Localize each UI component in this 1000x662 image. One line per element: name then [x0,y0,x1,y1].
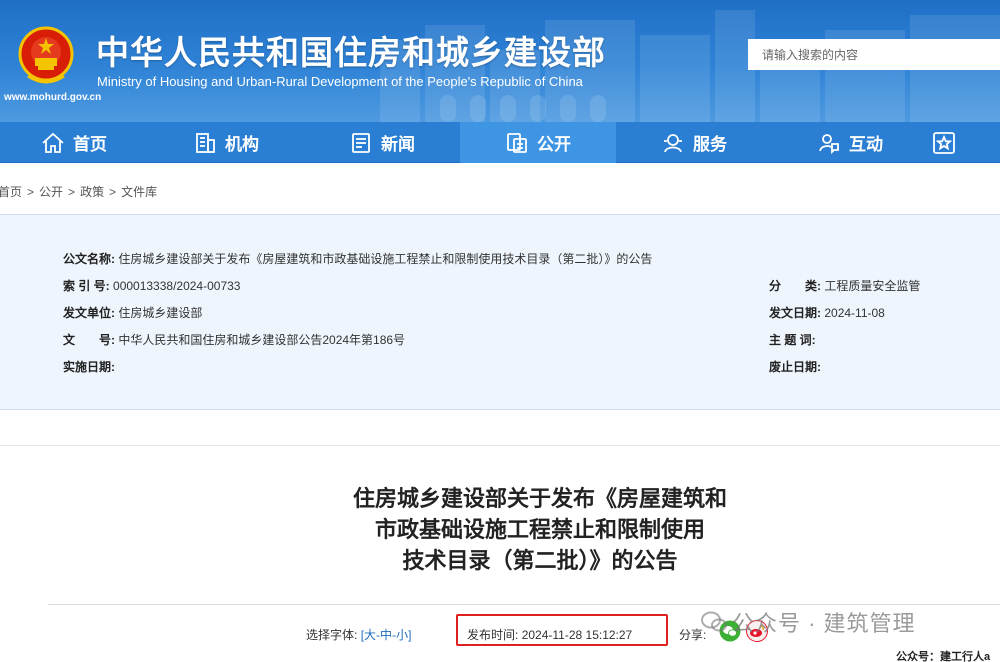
building-icon [196,132,215,153]
font-medium-link[interactable]: 中 [380,628,392,642]
nav-item-interaction[interactable]: 互动 [772,122,928,163]
index-label: 索 引 号: [63,279,110,293]
article-divider [48,604,1000,605]
site-subtitle: Ministry of Housing and Urban-Rural Deve… [97,74,583,89]
publish-time-label: 发布时间: [467,628,519,642]
category-row: 分 类: 工程质量安全监管 [769,277,920,294]
national-emblem-icon [18,26,74,84]
site-title: 中华人民共和国住房和城乡建设部 [96,34,606,71]
issue-date-value: 2024-11-08 [824,306,885,320]
font-bracket: ] [408,628,412,642]
source-credit: 公众号：建工行人a [896,651,991,662]
issuer-label: 发文单位: [63,306,115,320]
section-divider [0,445,1000,446]
article-title-line: 住房城乡建设部关于发布《房屋建筑和 [352,486,727,511]
interaction-icon [819,133,839,154]
publish-time-value: 2024-11-28 15:12:27 [521,628,633,642]
news-icon [352,132,370,153]
document-icon [507,132,527,153]
category-label: 分 类: [769,279,821,293]
doc-number-value: 中华人民共和国住房和城乡建设部公告2024年第186号 [118,333,406,347]
publish-time: 发布时间: 2024-11-28 15:12:27 [467,626,632,643]
site-url[interactable]: www.mohurd.gov.cn [4,92,101,103]
nav-item-home[interactable]: 首页 [0,122,148,163]
breadcrumb-library[interactable]: 文件库 [121,185,157,199]
issuer-value: 住房城乡建设部 [118,306,203,320]
font-size-label: 选择字体: [306,628,358,642]
repeal-date-label: 废止日期: [769,360,821,374]
issuer-row: 发文单位: 住房城乡建设部 [63,304,202,321]
nav-item-organization[interactable]: 机构 [148,122,304,163]
star-box-icon [933,131,955,154]
repeal-date-row: 废止日期: [769,358,821,375]
doc-name-value: 住房城乡建设部关于发布《房屋建筑和市政基础设施工程禁止和限制使用技术目录（第二批… [118,252,653,266]
breadcrumb-separator: > [68,185,76,199]
effective-date-label: 实施日期: [63,360,115,374]
doc-number-label: 文 号: [63,333,115,347]
watermark-text: 公众号 · 建筑管理 [696,606,916,638]
article-title: 住房城乡建设部关于发布《房屋建筑和 市政基础设施工程禁止和限制使用 技术目录（第… [300,483,780,576]
nav-label: 首页 [73,135,107,154]
breadcrumb: 首页 > 公开 > 政策 > 文件库 [0,183,157,200]
nav-label: 互动 [849,135,883,154]
nav-label: 服务 [693,135,727,154]
nav-label: 机构 [225,135,259,154]
font-size-selector: 选择字体: [大-中-小] [306,626,411,643]
breadcrumb-separator: > [27,185,35,199]
breadcrumb-policy[interactable]: 政策 [80,185,104,199]
doc-name-label: 公文名称: [63,252,115,266]
article-title-line: 技术目录（第二批）》的公告 [402,548,678,573]
nav-item-news[interactable]: 新闻 [304,122,460,163]
category-value: 工程质量安全监管 [824,279,921,293]
index-value: 000013338/2024-00733 [113,279,241,293]
index-row: 索 引 号: 000013338/2024-00733 [63,277,240,294]
search-input[interactable] [748,39,1000,70]
document-info-panel: 公文名称: 住房城乡建设部关于发布《房屋建筑和市政基础设施工程禁止和限制使用技术… [0,214,1000,410]
nav-label: 公开 [537,135,571,154]
doc-number-row: 文 号: 中华人民共和国住房和城乡建设部公告2024年第186号 [63,331,405,348]
site-header: 中华人民共和国住房和城乡建设部 Ministry of Housing and … [0,0,1000,122]
article-title-line: 市政基础设施工程禁止和限制使用 [374,517,705,542]
nav-item-more[interactable] [928,122,968,163]
service-icon [664,133,682,152]
issue-date-row: 发文日期: 2024-11-08 [769,304,885,321]
breadcrumb-public[interactable]: 公开 [39,185,63,199]
keywords-label: 主 题 词: [769,333,816,347]
watermark-label: 公众号 · 建筑管理 [732,611,916,636]
home-icon [42,132,64,153]
issue-date-label: 发文日期: [769,306,821,320]
font-large-link[interactable]: 大 [364,628,376,642]
keywords-row: 主 题 词: [769,331,816,348]
nav-item-service[interactable]: 服务 [616,122,772,163]
breadcrumb-separator: > [109,185,117,199]
main-nav: 首页 机构 新闻 公开 服务 互动 [0,122,1000,163]
font-small-link[interactable]: 小 [396,628,408,642]
breadcrumb-home[interactable]: 首页 [0,185,22,199]
doc-name-row: 公文名称: 住房城乡建设部关于发布《房屋建筑和市政基础设施工程禁止和限制使用技术… [63,250,652,267]
effective-date-row: 实施日期: [63,358,115,375]
nav-item-public[interactable]: 公开 [460,122,616,163]
nav-label: 新闻 [381,135,415,154]
